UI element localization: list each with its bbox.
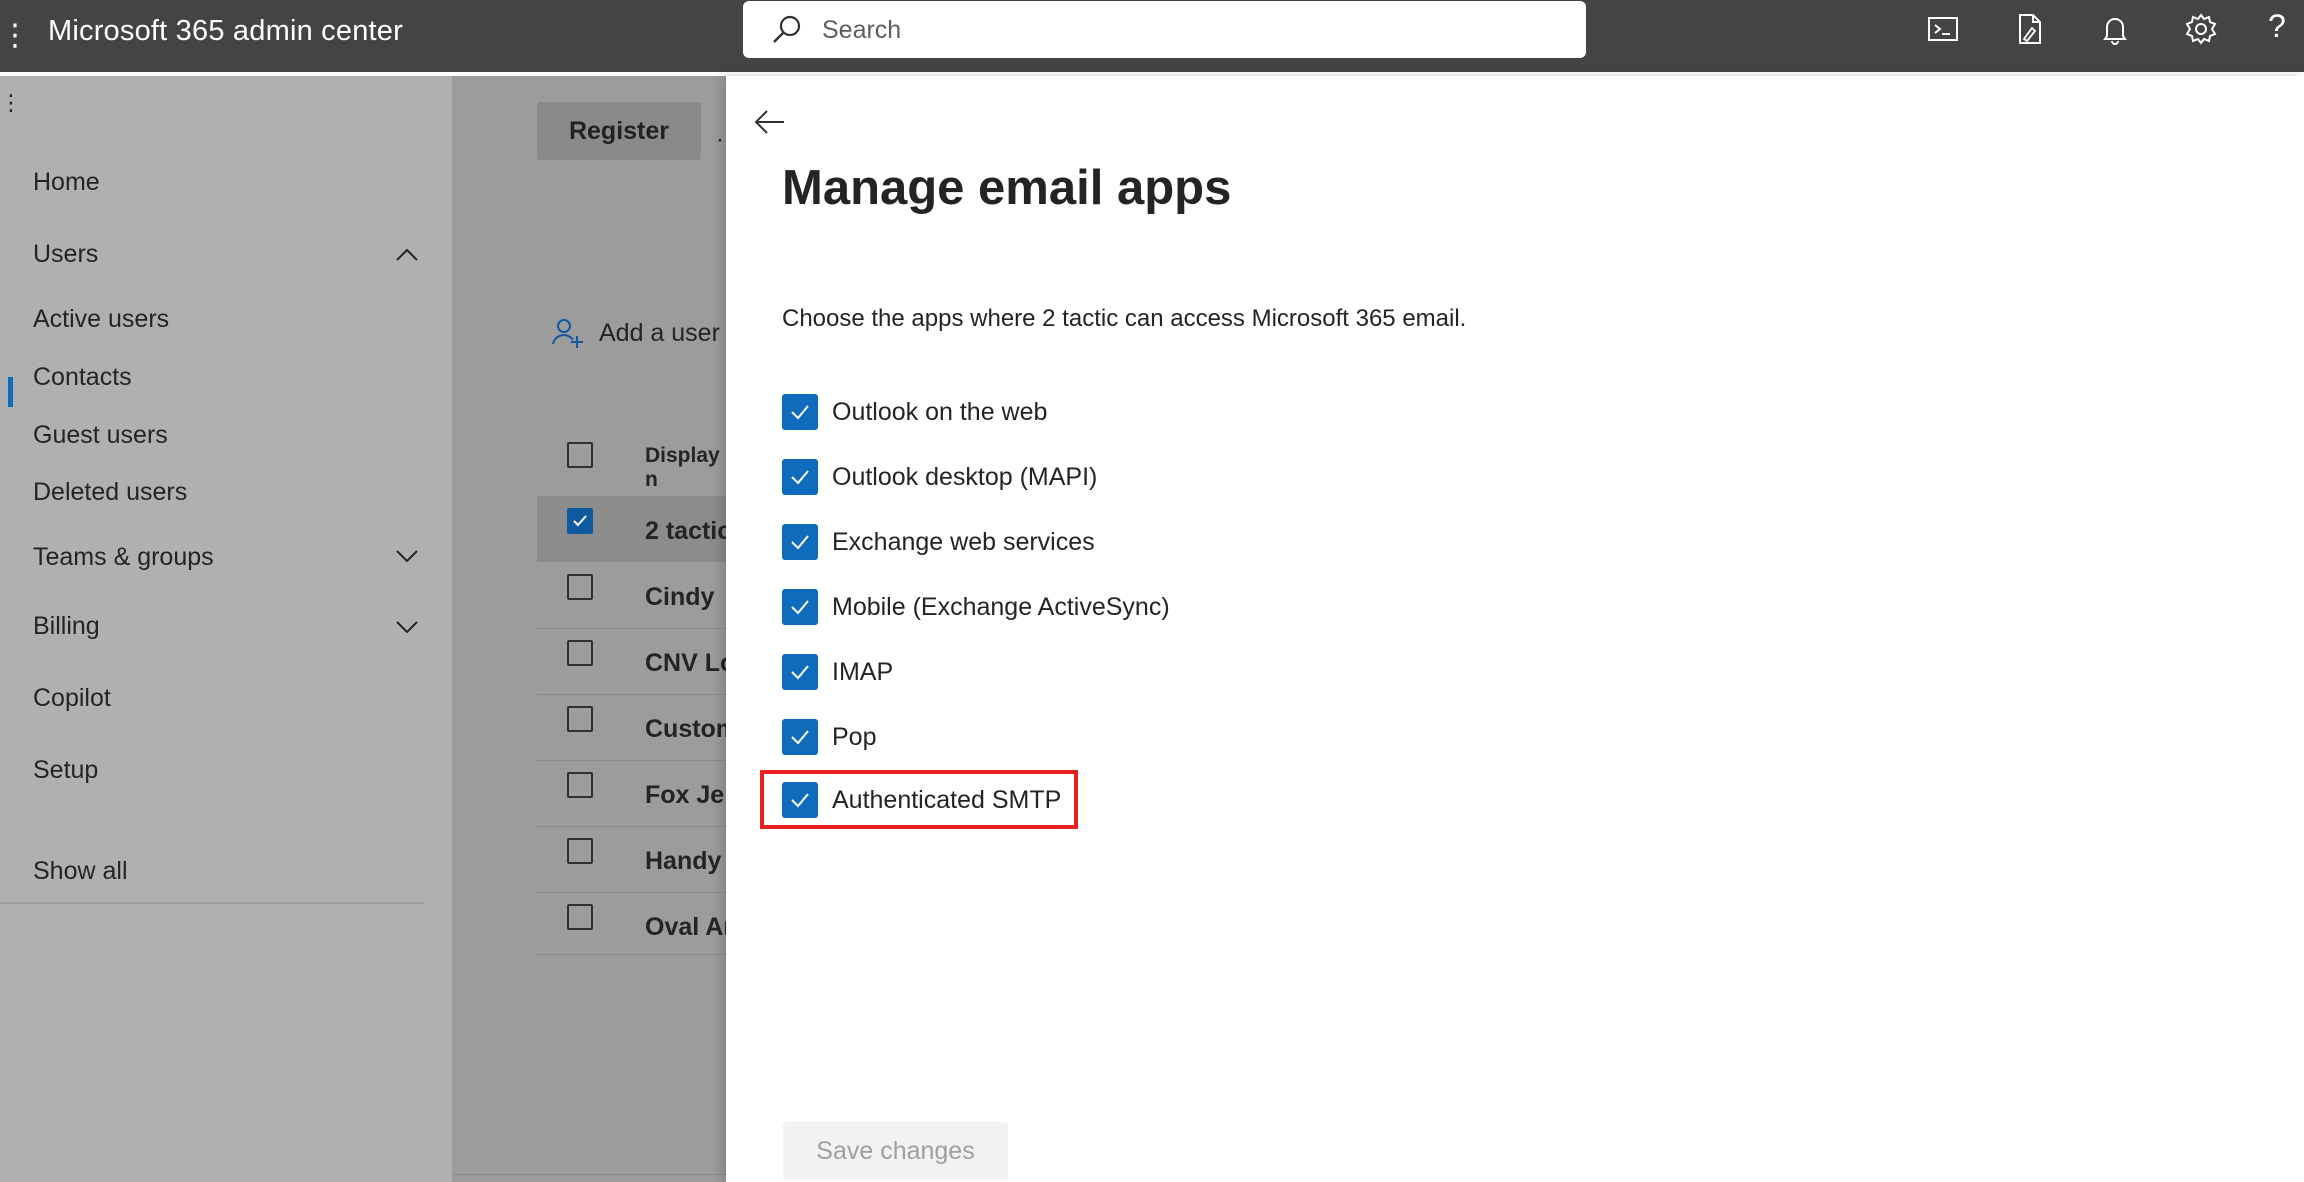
row-divider bbox=[537, 826, 726, 827]
check-icon bbox=[791, 665, 809, 680]
highlight-box bbox=[760, 770, 1078, 829]
row-checkbox[interactable] bbox=[567, 574, 593, 600]
terminal-icon[interactable] bbox=[1926, 12, 1960, 46]
panel-description: Choose the apps where 2 tactic can acces… bbox=[782, 305, 1467, 332]
checkbox-checked[interactable] bbox=[782, 459, 818, 495]
sidebar-item-guest-users[interactable]: Guest users bbox=[33, 421, 168, 450]
checkbox-checked[interactable] bbox=[782, 524, 818, 560]
active-indicator bbox=[8, 377, 13, 407]
sidebar-item-active-users[interactable]: Active users bbox=[33, 305, 169, 334]
settings-icon[interactable] bbox=[2184, 12, 2218, 46]
column-header-display-name[interactable]: Display n bbox=[645, 444, 726, 492]
sidebar-item-setup[interactable]: Setup bbox=[33, 756, 98, 785]
row-divider bbox=[537, 694, 726, 695]
row-checkbox[interactable] bbox=[567, 706, 593, 732]
table-row[interactable]: CNV Lo bbox=[645, 649, 735, 678]
option-label: Pop bbox=[832, 722, 877, 751]
checkbox-checked[interactable] bbox=[782, 719, 818, 755]
check-icon bbox=[791, 535, 809, 550]
help-icon[interactable]: ? bbox=[2268, 8, 2302, 44]
option-outlook-desktop[interactable]: Outlook desktop (MAPI) bbox=[782, 459, 1097, 495]
checkbox-checked[interactable] bbox=[782, 394, 818, 430]
chevron-down-icon[interactable] bbox=[392, 541, 422, 571]
check-icon bbox=[791, 470, 809, 485]
save-changes-button[interactable]: Save changes bbox=[783, 1122, 1008, 1180]
more-options-icon[interactable]: · bbox=[716, 126, 724, 154]
table-row[interactable]: Oval Ar bbox=[645, 913, 733, 942]
row-checkbox[interactable] bbox=[567, 838, 593, 864]
chevron-up-icon[interactable] bbox=[392, 240, 422, 270]
row-checkbox[interactable] bbox=[567, 904, 593, 930]
option-label: Exchange web services bbox=[832, 527, 1095, 556]
sidebar-item-teams-groups[interactable]: Teams & groups bbox=[33, 543, 214, 572]
option-pop[interactable]: Pop bbox=[782, 719, 876, 755]
table-row[interactable]: Handy bbox=[645, 847, 721, 876]
app-title[interactable]: Microsoft 365 admin center bbox=[48, 15, 403, 48]
add-user-icon bbox=[552, 319, 583, 348]
search-box[interactable]: Search bbox=[743, 1, 1586, 58]
search-icon bbox=[771, 14, 803, 51]
checkbox-checked[interactable] bbox=[782, 589, 818, 625]
sidebar-item-contacts[interactable]: Contacts bbox=[33, 363, 132, 392]
checkbox-checked[interactable] bbox=[782, 654, 818, 690]
bell-icon[interactable] bbox=[2098, 12, 2132, 46]
check-icon bbox=[791, 405, 809, 420]
select-all-checkbox[interactable] bbox=[567, 442, 593, 468]
option-label: IMAP bbox=[832, 657, 894, 686]
option-label: Outlook desktop (MAPI) bbox=[832, 462, 1098, 491]
table-row[interactable]: Cindy bbox=[645, 583, 714, 612]
option-mobile-activesync[interactable]: Mobile (Exchange ActiveSync) bbox=[782, 589, 1170, 625]
search-placeholder: Search bbox=[822, 16, 902, 44]
row-divider bbox=[537, 954, 726, 955]
row-divider bbox=[537, 760, 726, 761]
row-checkbox[interactable] bbox=[567, 508, 593, 534]
row-checkbox[interactable] bbox=[567, 640, 593, 666]
add-user-label: Add a user bbox=[599, 318, 720, 347]
left-nav: ⋮ Home Users Active users Contacts Guest… bbox=[0, 76, 452, 1182]
nav-divider bbox=[0, 902, 424, 904]
row-divider bbox=[537, 892, 726, 893]
row-checkbox[interactable] bbox=[567, 772, 593, 798]
add-user-button[interactable]: Add a user bbox=[551, 316, 720, 350]
row-divider bbox=[537, 628, 726, 629]
option-label: Outlook on the web bbox=[832, 397, 1048, 426]
sidebar-item-copilot[interactable]: Copilot bbox=[33, 684, 111, 713]
option-imap[interactable]: IMAP bbox=[782, 654, 893, 690]
app-launcher-icon[interactable]: ⋮ bbox=[0, 18, 30, 53]
main-content: Register · Add a user Display n 2 tactic… bbox=[452, 76, 738, 1182]
top-bar: ⋮ Microsoft 365 admin center Search ? bbox=[0, 0, 2304, 72]
sidebar-item-users[interactable]: Users bbox=[33, 240, 98, 269]
table-row[interactable]: Custom bbox=[645, 715, 738, 744]
check-icon bbox=[791, 730, 809, 745]
footer-divider bbox=[452, 1174, 726, 1175]
nav-collapse-icon[interactable]: ⋮ bbox=[0, 90, 22, 116]
option-label: Mobile (Exchange ActiveSync) bbox=[832, 592, 1170, 621]
option-outlook-web[interactable]: Outlook on the web bbox=[782, 394, 1047, 430]
document-icon[interactable] bbox=[2012, 12, 2046, 46]
check-icon bbox=[791, 600, 809, 615]
sidebar-item-deleted-users[interactable]: Deleted users bbox=[33, 478, 187, 507]
sidebar-item-home[interactable]: Home bbox=[33, 168, 100, 197]
sidebar-item-show-all[interactable]: Show all bbox=[33, 857, 128, 886]
table-row[interactable]: Fox Jer bbox=[645, 781, 734, 810]
table-row[interactable]: 2 tactic bbox=[645, 517, 731, 546]
register-button[interactable]: Register bbox=[537, 102, 701, 160]
manage-email-apps-panel: Manage email apps Choose the apps where … bbox=[726, 76, 2304, 1182]
sidebar-item-billing[interactable]: Billing bbox=[33, 612, 100, 641]
back-arrow-icon[interactable] bbox=[752, 104, 788, 140]
option-exchange-web-services[interactable]: Exchange web services bbox=[782, 524, 1095, 560]
panel-title: Manage email apps bbox=[782, 161, 1232, 215]
chevron-down-icon[interactable] bbox=[392, 612, 422, 642]
